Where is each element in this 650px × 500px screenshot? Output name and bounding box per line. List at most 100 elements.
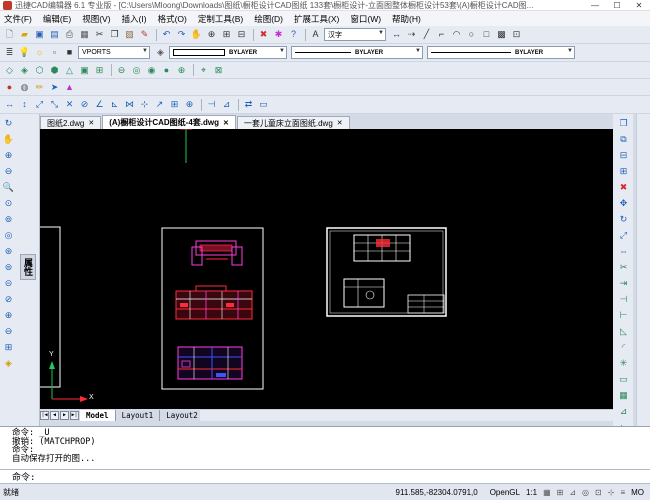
copy-object-icon[interactable]: ❐ — [617, 117, 630, 130]
break-icon[interactable]: ⊣ — [617, 293, 630, 306]
offset-icon[interactable]: ⊟ — [617, 149, 630, 162]
scale-icon[interactable]: ⤢ — [617, 229, 630, 242]
dim-quick-icon[interactable]: ⊹ — [138, 98, 151, 111]
horizontal-scrollbar[interactable] — [200, 409, 613, 421]
dim-angular-icon[interactable]: ∠ — [93, 98, 106, 111]
dim-continue-icon[interactable]: ⋈ — [123, 98, 136, 111]
zoom-out-icon[interactable]: ⊖ — [2, 165, 15, 178]
dim-text-edit-icon[interactable]: ⊿ — [220, 98, 233, 111]
fillet-icon[interactable]: ◜ — [617, 341, 630, 354]
zoom-out-2-icon[interactable]: ⊖ — [2, 325, 15, 338]
arc-icon[interactable]: ◠ — [450, 28, 463, 41]
bulb-icon[interactable]: 💡 — [18, 46, 31, 59]
rotate-icon[interactable]: ↻ — [617, 213, 630, 226]
dimension-aligned-icon[interactable]: ⇢ — [405, 28, 418, 41]
vertical-scrollbar[interactable] — [636, 114, 650, 426]
zoom-realtime-icon[interactable]: ⊕ — [205, 28, 218, 41]
text-style-icon[interactable]: A — [309, 28, 322, 41]
menu-draw[interactable]: 绘图(D) — [254, 13, 283, 25]
trim-icon[interactable]: ✂ — [617, 261, 630, 274]
ortho-icon[interactable]: ⊿ — [569, 488, 576, 497]
tab-kids-bed-drawing[interactable]: 一套儿童床立面图纸.dwg ✕ — [236, 116, 350, 129]
zoom-previous-icon[interactable]: ⊟ — [235, 28, 248, 41]
erase-icon[interactable]: ◍ — [18, 81, 31, 94]
dim-style-icon[interactable]: ▭ — [257, 98, 270, 111]
layer-previous-icon[interactable]: ◈ — [154, 46, 167, 59]
view-left-icon[interactable]: ⬡ — [33, 64, 46, 77]
dim-update-icon[interactable]: ⇄ — [242, 98, 255, 111]
dim-aligned-icon[interactable]: ⤢ — [33, 98, 46, 111]
close-icon[interactable]: ✕ — [223, 119, 229, 127]
first-tab-icon[interactable]: |◀ — [40, 410, 49, 420]
menu-view[interactable]: 视图(V) — [82, 13, 110, 25]
circle-icon[interactable]: ○ — [465, 28, 478, 41]
move-icon[interactable]: ➤ — [48, 81, 61, 94]
color-square-icon[interactable]: ■ — [63, 46, 76, 59]
save-as-icon[interactable]: ▤ — [48, 28, 61, 41]
zoom-in-2-icon[interactable]: ⊕ — [2, 309, 15, 322]
font-combo[interactable]: 汉字 ▼ — [324, 28, 386, 41]
join-icon[interactable]: ⊢ — [617, 309, 630, 322]
ucs-world-icon[interactable]: ⊠ — [212, 64, 225, 77]
dim-edit-icon[interactable]: ⊣ — [205, 98, 218, 111]
move-obj-icon[interactable]: ✥ — [617, 197, 630, 210]
lineweight-combo[interactable]: BYLAYER ▼ — [427, 46, 575, 59]
color-combo[interactable]: BYLAYER ▼ — [169, 46, 287, 59]
tab-layout2[interactable]: Layout2 — [160, 409, 205, 421]
view-right-icon[interactable]: ⬢ — [48, 64, 61, 77]
chamfer-icon[interactable]: ◺ — [617, 325, 630, 338]
table-tool-icon[interactable]: ▦ — [617, 389, 630, 402]
shade-gouraud-icon[interactable]: ◎ — [130, 64, 143, 77]
drawing-canvas[interactable]: Y X — [40, 129, 613, 409]
orbit-icon[interactable]: ⊕ — [175, 64, 188, 77]
erase-x-icon[interactable]: ✖ — [617, 181, 630, 194]
zoom-object-icon[interactable]: ⊛ — [2, 245, 15, 258]
sun-icon[interactable]: ☼ — [33, 46, 46, 59]
annotation-scale[interactable]: 1:1 — [526, 488, 537, 497]
copy-icon[interactable]: ❐ — [108, 28, 121, 41]
hatch-icon[interactable]: ▩ — [495, 28, 508, 41]
zoom-window-icon[interactable]: ⊞ — [220, 28, 233, 41]
zoom-window-icon[interactable]: 🔍 — [2, 181, 15, 194]
menu-window[interactable]: 窗口(W) — [350, 13, 381, 25]
new-file-icon[interactable]: 🗋 — [3, 28, 16, 41]
array-icon[interactable]: ⊞ — [617, 165, 630, 178]
dim-tolerance-icon[interactable]: ⊞ — [168, 98, 181, 111]
next-tab-icon[interactable]: ▶ — [60, 410, 69, 420]
shade-flat-icon[interactable]: ⊖ — [115, 64, 128, 77]
menu-extended-tools[interactable]: 扩展工具(X) — [294, 13, 339, 25]
osnap-icon[interactable]: ⊡ — [595, 488, 602, 497]
purge-icon[interactable]: ✱ — [272, 28, 285, 41]
dim-baseline-icon[interactable]: ⊾ — [108, 98, 121, 111]
dim-diameter-icon[interactable]: ⊘ — [78, 98, 91, 111]
dim-leader-icon[interactable]: ↗ — [153, 98, 166, 111]
insert-block-icon[interactable]: ⊡ — [510, 28, 523, 41]
open-folder-icon[interactable]: ▰ — [18, 28, 31, 41]
opengl-toggle[interactable]: OpenGL — [490, 488, 520, 497]
measure-icon[interactable]: ⊿ — [617, 405, 630, 418]
menu-insert[interactable]: 插入(I) — [122, 13, 147, 25]
paint-icon[interactable]: ▲ — [63, 81, 76, 94]
polar-icon[interactable]: ◎ — [582, 488, 589, 497]
zoom-dynamic-icon[interactable]: ⊙ — [2, 197, 15, 210]
polyline-icon[interactable]: ⌐ — [435, 28, 448, 41]
dimension-linear-icon[interactable]: ↔ — [390, 28, 403, 41]
view-front-icon[interactable]: △ — [63, 64, 76, 77]
dim-ordinate-icon[interactable]: ⤡ — [48, 98, 61, 111]
close-icon[interactable]: ✕ — [88, 119, 94, 127]
rect-tool-icon[interactable]: ▭ — [617, 373, 630, 386]
cut-icon[interactable]: ✂ — [93, 28, 106, 41]
dim-linear-icon[interactable]: ↔ — [3, 98, 16, 111]
model-space-toggle[interactable]: MO — [631, 488, 644, 497]
snap-icon[interactable]: ⊞ — [557, 488, 564, 497]
tab-model[interactable]: Model — [80, 409, 116, 421]
layer-combo[interactable]: VPORTS ▼ — [78, 46, 150, 59]
otrack-icon[interactable]: ⊹ — [608, 488, 615, 497]
record-icon[interactable]: ● — [3, 81, 16, 94]
menu-format[interactable]: 格式(O) — [158, 13, 187, 25]
maximize-button[interactable]: ☐ — [606, 1, 628, 10]
layer-manager-icon[interactable]: ≣ — [3, 46, 16, 59]
view-top-icon[interactable]: ◇ — [3, 64, 16, 77]
lock-icon[interactable]: ▫ — [48, 46, 61, 59]
zoom-center-icon[interactable]: ◎ — [2, 229, 15, 242]
